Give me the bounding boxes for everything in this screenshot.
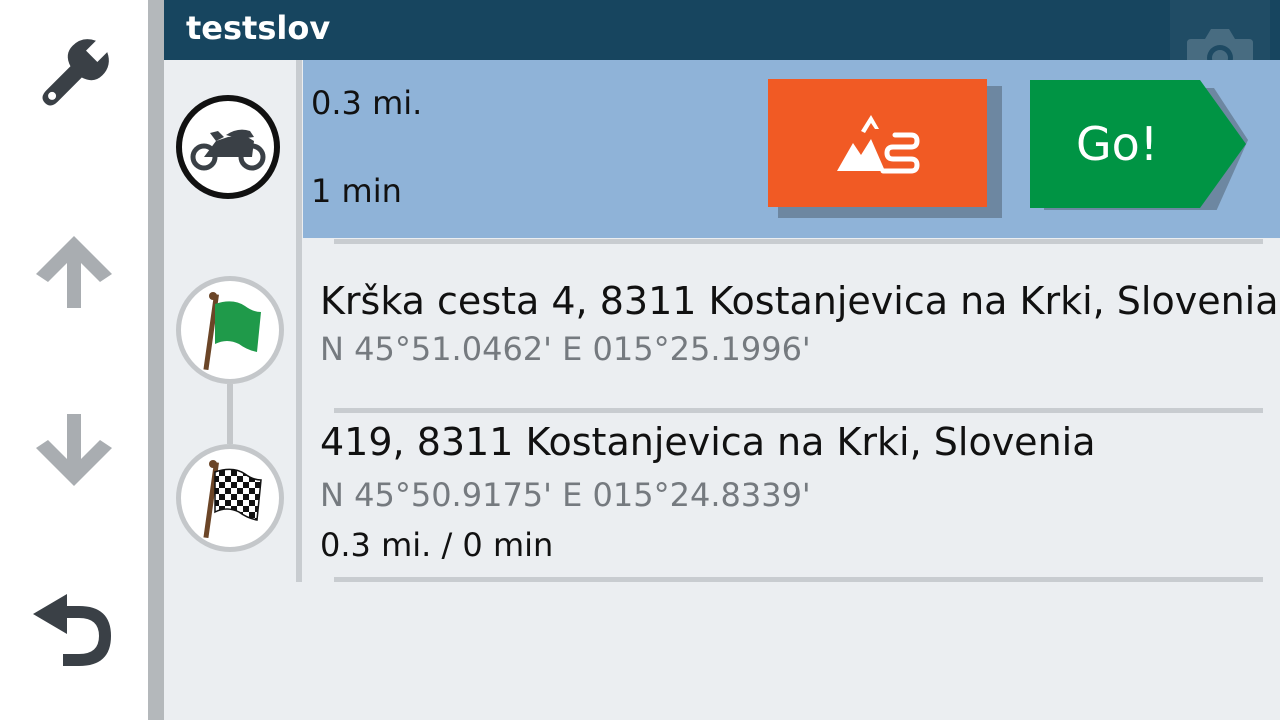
go-button[interactable]: Go!	[1030, 80, 1250, 210]
timeline-line	[296, 60, 302, 582]
go-label: Go!	[1076, 117, 1159, 171]
wrench-icon	[42, 39, 109, 106]
motorcycle-icon	[190, 129, 266, 171]
row-divider	[334, 577, 1263, 582]
arrow-down-icon	[36, 414, 112, 486]
stop-1-coordinates: N 45°51.0462' E 015°25.1996'	[320, 330, 811, 368]
stop-connector	[227, 384, 233, 444]
start-stop-marker	[176, 276, 284, 384]
row-divider	[334, 408, 1263, 413]
back-button[interactable]	[20, 578, 128, 686]
stop-2-address: 419, 8311 Kostanjevica na Krki, Slovenia	[320, 420, 1096, 464]
scenic-route-button[interactable]	[768, 79, 987, 207]
vehicle-profile[interactable]	[176, 95, 280, 199]
page-title: testslov	[186, 9, 331, 47]
row-divider	[334, 239, 1263, 244]
stop-2-coordinates: N 45°50.9175' E 015°24.8339'	[320, 476, 811, 514]
header-bar: testslov	[164, 0, 1280, 106]
checkered-flag-icon	[203, 460, 262, 538]
settings-button[interactable]	[20, 20, 128, 128]
sidebar-divider	[148, 0, 164, 720]
route-distance: 0.3 mi.	[311, 84, 423, 122]
stop-1-address: Krška cesta 4, 8311 Kostanjevica na Krki…	[320, 279, 1279, 323]
move-down-button[interactable]	[20, 396, 128, 504]
arrow-up-icon	[36, 236, 112, 308]
back-arrow-icon	[33, 594, 111, 666]
stop-2-leg-info: 0.3 mi. / 0 min	[320, 526, 554, 564]
green-flag-icon	[203, 292, 261, 370]
route-time: 1 min	[311, 172, 402, 210]
destination-stop-marker	[176, 444, 284, 552]
scenic-route-icon	[836, 115, 920, 174]
sidebar	[0, 0, 148, 720]
move-up-button[interactable]	[20, 216, 128, 324]
